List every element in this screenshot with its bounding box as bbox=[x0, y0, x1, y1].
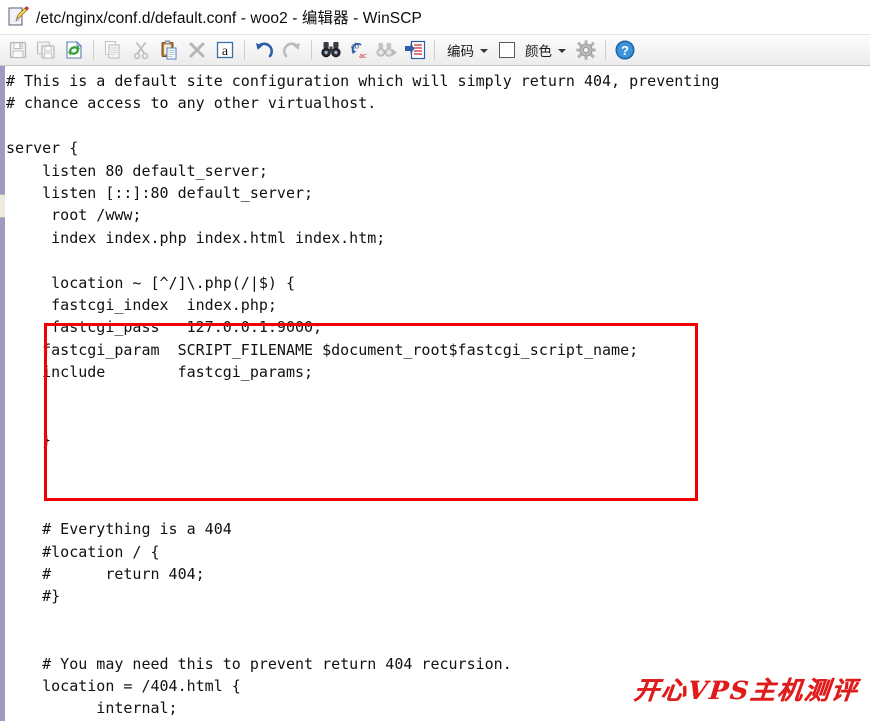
chevron-down-icon bbox=[480, 49, 488, 53]
find-next-button[interactable] bbox=[374, 37, 400, 63]
color-swatch[interactable] bbox=[499, 42, 515, 58]
toolbar-separator-2 bbox=[244, 40, 245, 60]
undo-button[interactable] bbox=[251, 37, 277, 63]
select-all-button[interactable]: a bbox=[212, 37, 238, 63]
watermark-text: 开心VPS主机测评 bbox=[632, 676, 860, 705]
save-as-button[interactable] bbox=[33, 37, 59, 63]
chevron-down-icon bbox=[558, 49, 566, 53]
toolbar: a ab ac 编码 颜色 ? bbox=[0, 34, 870, 66]
title-bar: /etc/nginx/conf.d/default.conf - woo2 - … bbox=[0, 0, 870, 34]
code-content[interactable]: # This is a default site configuration w… bbox=[5, 66, 870, 721]
color-dropdown[interactable]: 颜色 bbox=[518, 38, 572, 62]
help-button[interactable]: ? bbox=[612, 37, 638, 63]
toolbar-separator-4 bbox=[434, 40, 435, 60]
winscp-editor-window: /etc/nginx/conf.d/default.conf - woo2 - … bbox=[0, 0, 870, 721]
go-to-line-button[interactable] bbox=[402, 37, 428, 63]
svg-text:?: ? bbox=[621, 43, 629, 58]
save-button[interactable] bbox=[5, 37, 31, 63]
svg-text:ac: ac bbox=[359, 50, 367, 60]
copy-button[interactable] bbox=[100, 37, 126, 63]
reload-button[interactable] bbox=[61, 37, 87, 63]
window-title: /etc/nginx/conf.d/default.conf - woo2 - … bbox=[36, 10, 422, 27]
color-label: 颜色 bbox=[525, 44, 552, 59]
encoding-dropdown[interactable]: 编码 bbox=[440, 38, 494, 62]
preferences-button[interactable] bbox=[573, 37, 599, 63]
svg-text:a: a bbox=[222, 44, 229, 59]
cut-button[interactable] bbox=[128, 37, 154, 63]
editor-area[interactable]: # This is a default site configuration w… bbox=[0, 66, 870, 721]
encoding-label: 编码 bbox=[447, 44, 474, 59]
paste-button[interactable] bbox=[156, 37, 182, 63]
toolbar-separator-1 bbox=[93, 40, 94, 60]
toolbar-separator-5 bbox=[605, 40, 606, 60]
delete-button[interactable] bbox=[184, 37, 210, 63]
replace-button[interactable]: ab ac bbox=[346, 37, 372, 63]
editor-document-pencil-icon bbox=[6, 5, 30, 29]
find-button[interactable] bbox=[318, 37, 344, 63]
toolbar-separator-3 bbox=[311, 40, 312, 60]
redo-button[interactable] bbox=[279, 37, 305, 63]
